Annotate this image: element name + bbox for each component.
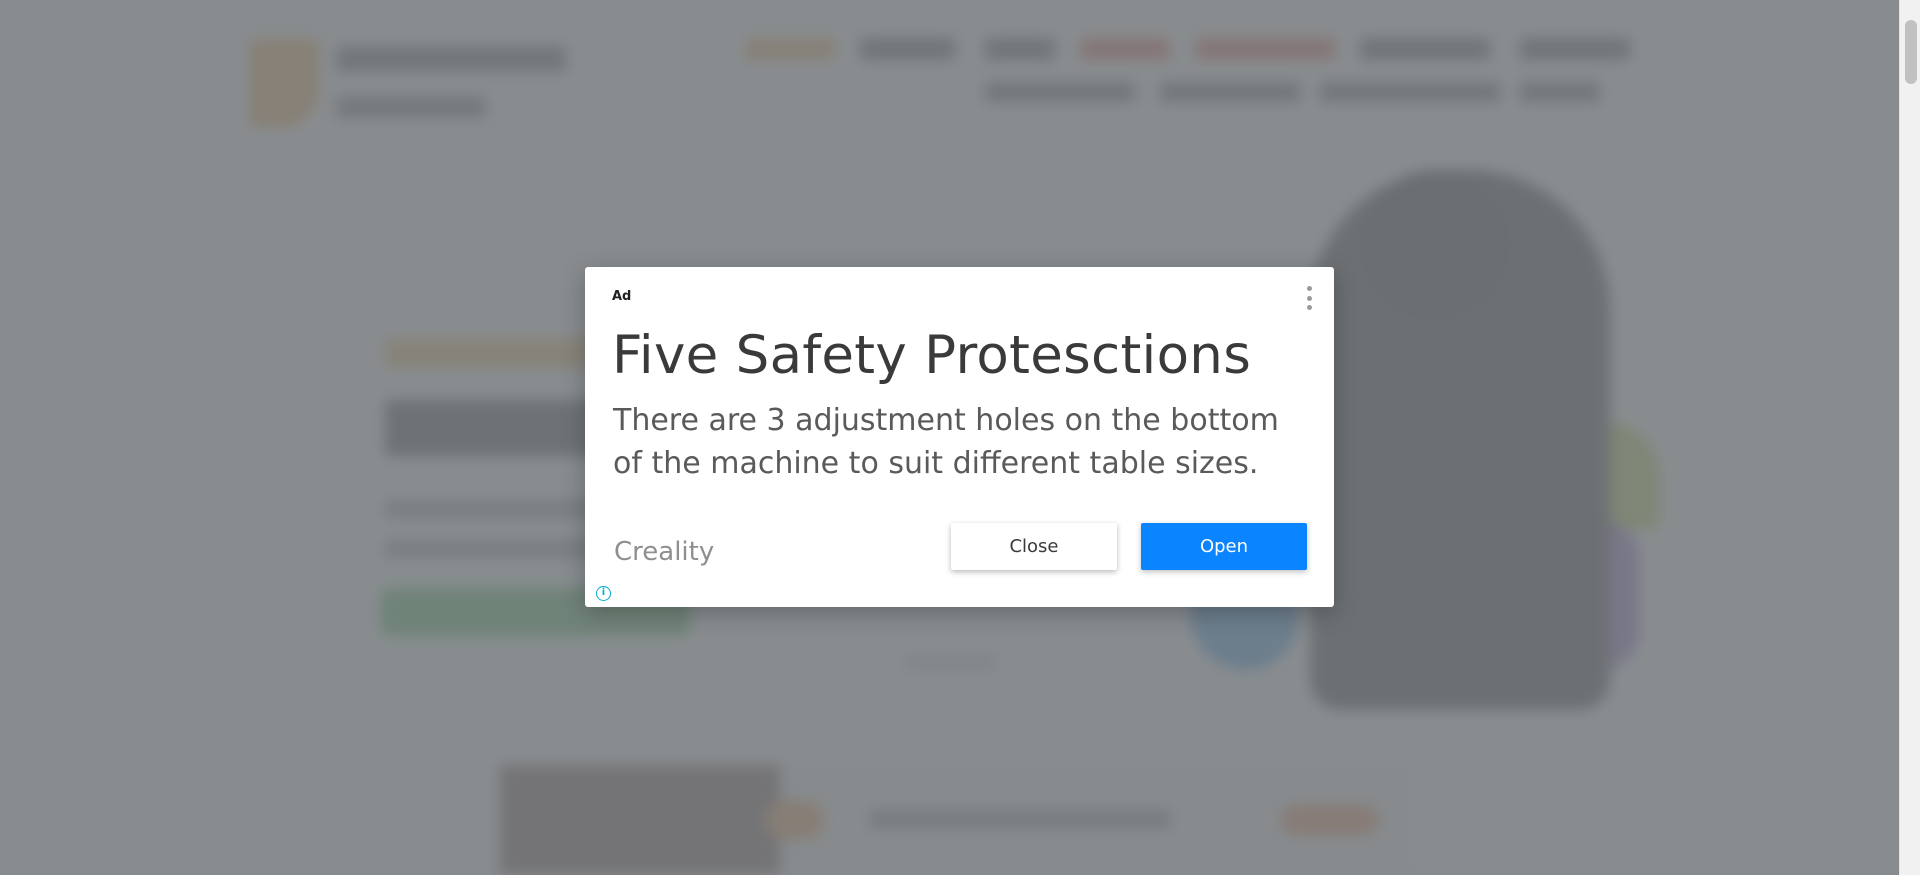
- ad-advertiser-name[interactable]: Creality: [614, 537, 714, 567]
- open-button[interactable]: Open: [1141, 523, 1307, 570]
- ad-dialog: Ad Five Safety Protesctions There are 3 …: [585, 267, 1334, 607]
- vertical-scrollbar[interactable]: [1899, 0, 1920, 875]
- menu-dot: [1306, 305, 1312, 310]
- ad-body-text[interactable]: There are 3 adjustment holes on the bott…: [613, 399, 1313, 485]
- menu-dot: [1306, 295, 1312, 301]
- close-button[interactable]: Close: [951, 523, 1117, 570]
- scrollbar-thumb[interactable]: [1905, 20, 1917, 84]
- more-vert-icon[interactable]: [1302, 286, 1316, 310]
- ad-label: Ad: [612, 289, 632, 304]
- ad-headline[interactable]: Five Safety Protesctions: [612, 325, 1251, 386]
- info-icon[interactable]: i: [596, 586, 611, 601]
- menu-dot: [1306, 286, 1312, 291]
